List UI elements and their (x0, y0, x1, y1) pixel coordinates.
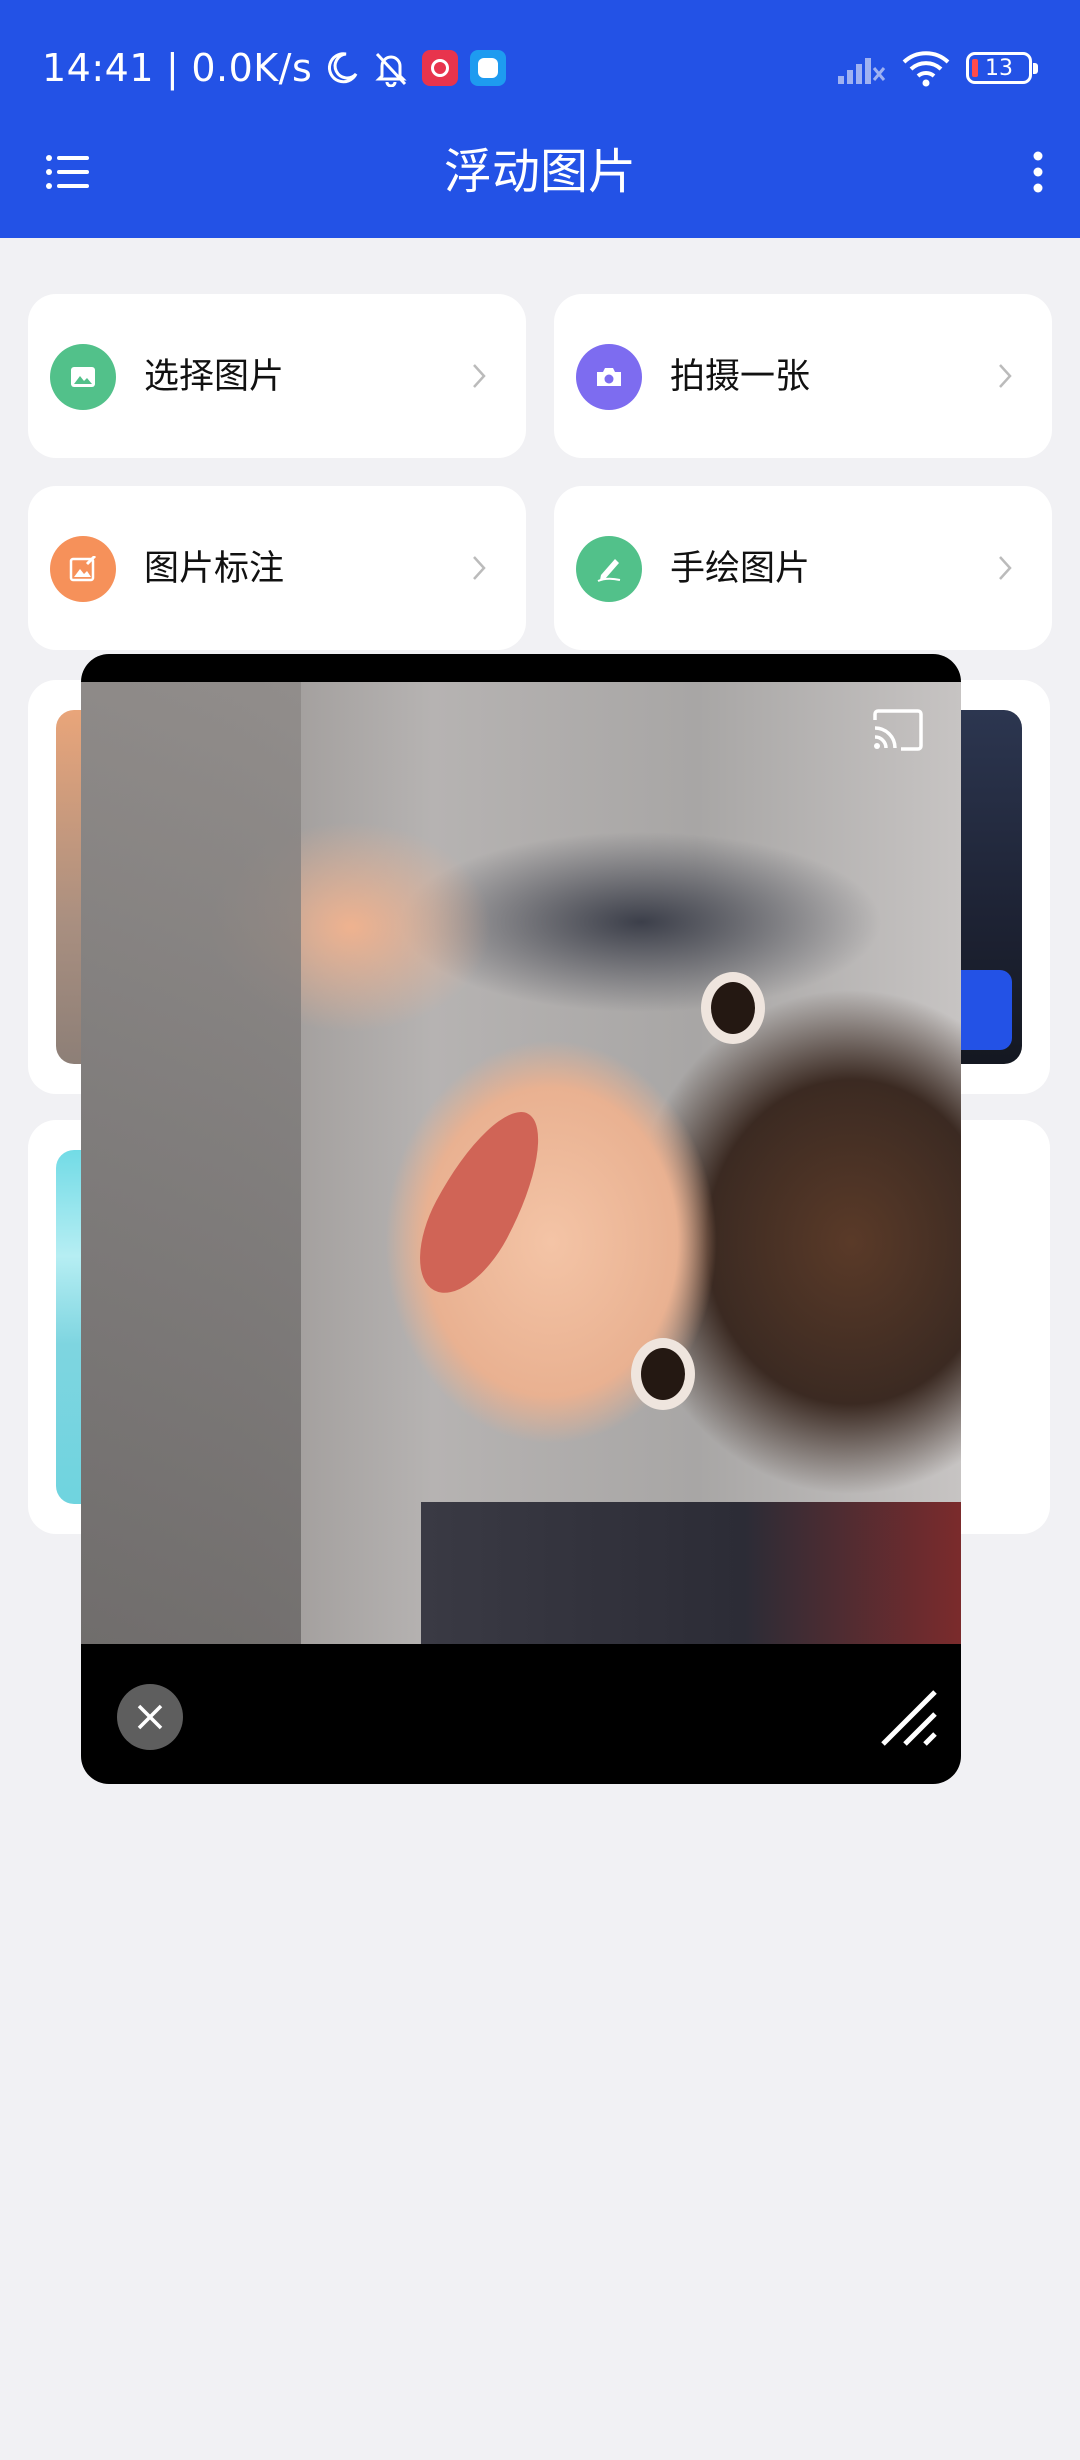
chevron-right-icon (999, 556, 1012, 580)
photo-detail (711, 982, 755, 1034)
floating-image (81, 682, 961, 1644)
annotate-image-card[interactable]: 图片标注 (28, 486, 526, 650)
app-bar: 浮动图片 (0, 136, 1080, 238)
app-notification-icon (422, 50, 459, 86)
select-image-label: 选择图片 (144, 357, 285, 397)
chevron-right-icon (473, 556, 486, 580)
camera-icon (576, 344, 642, 410)
status-left: 14:41 | 0.0K/s (42, 44, 507, 92)
status-time: 14:41 (42, 46, 155, 90)
status-bar: 14:41 | 0.0K/s 13 (0, 0, 1080, 136)
floating-image-window[interactable] (81, 654, 961, 1784)
wifi-icon (902, 51, 950, 87)
chevron-right-icon (999, 364, 1012, 388)
image-icon (50, 344, 116, 410)
status-net-speed: 0.0K/s (191, 46, 313, 90)
draw-image-card[interactable]: 手绘图片 (554, 486, 1052, 650)
battery-level: 13 (985, 55, 1013, 81)
resize-handle-icon[interactable] (879, 1688, 939, 1748)
bell-muted-icon (375, 52, 407, 87)
page-title: 浮动图片 (443, 144, 636, 200)
take-photo-label: 拍摄一张 (670, 357, 811, 397)
signal-icon (838, 58, 886, 84)
photo-detail (398, 1094, 564, 1310)
chevron-right-icon (473, 364, 486, 388)
annotate-image-icon (50, 536, 116, 602)
photo-shade (421, 1502, 961, 1644)
cast-icon[interactable] (871, 708, 925, 752)
photo-shade (81, 682, 301, 1644)
banner-button[interactable] (952, 970, 1012, 1050)
photo-detail (641, 1348, 685, 1400)
take-photo-card[interactable]: 拍摄一张 (554, 294, 1052, 458)
status-separator: | (166, 46, 180, 90)
status-right: 13 (836, 44, 1038, 92)
close-button[interactable] (117, 1684, 183, 1750)
battery-icon: 13 (966, 52, 1038, 84)
close-icon (137, 1704, 163, 1730)
moon-icon (328, 52, 358, 84)
annotate-image-label: 图片标注 (144, 549, 285, 589)
draw-image-label: 手绘图片 (670, 549, 811, 589)
pen-icon (576, 536, 642, 602)
more-vertical-icon[interactable] (1018, 148, 1058, 196)
app-notification-icon (470, 50, 507, 86)
select-image-card[interactable]: 选择图片 (28, 294, 526, 458)
